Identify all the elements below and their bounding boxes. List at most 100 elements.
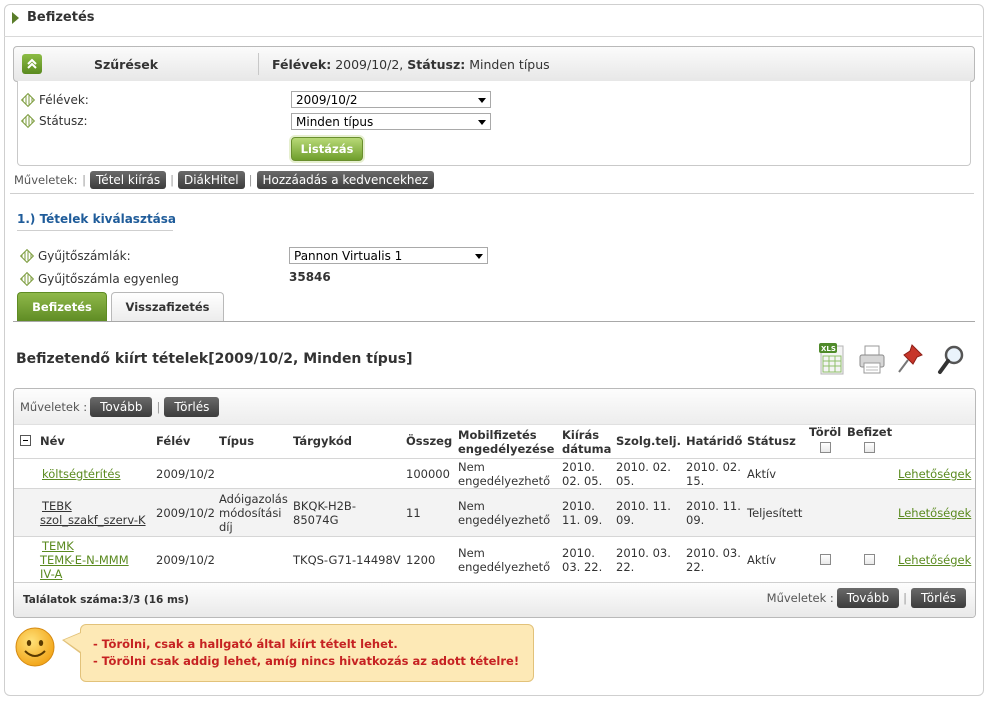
item-issue-date: 2010. 02. 05. <box>562 460 603 488</box>
delete-button[interactable]: Törlés <box>910 588 966 608</box>
table-footer: Találatok száma:3/3 (16 ms) Műveletek : … <box>14 582 975 617</box>
item-type: Adóigazolás módosítási díj <box>219 492 288 534</box>
column-header-name[interactable]: Név <box>40 434 65 448</box>
separator <box>258 53 259 75</box>
separator: | <box>170 173 174 187</box>
column-header-amount[interactable]: Összeg <box>406 434 452 448</box>
item-status: Aktív <box>747 467 777 481</box>
help-text: - Törölni, csak a hallgató által kiírt t… <box>93 637 398 651</box>
item-service-date: 2010. 02. 05. <box>616 460 671 488</box>
dropdown-arrow-icon <box>475 254 483 259</box>
select-all-pay-checkbox[interactable] <box>864 442 875 453</box>
next-button[interactable]: Tovább <box>836 588 900 608</box>
help-bubble-tail <box>64 633 81 652</box>
filters-toggle-label[interactable]: Szűrések <box>94 57 158 72</box>
svg-text:XLS: XLS <box>821 345 836 353</box>
tab-refund[interactable]: Visszafizetés <box>111 292 224 321</box>
item-semester: 2009/10/2 <box>156 506 215 520</box>
item-status: Teljesített <box>747 506 803 520</box>
delete-button[interactable]: Törlés <box>164 396 220 417</box>
column-header-delete: Töröl <box>809 425 842 439</box>
item-options-link[interactable]: Lehetőségek <box>898 506 971 520</box>
item-semester: 2009/10/2 <box>156 553 215 567</box>
issue-item-button[interactable]: Tétel kiírás <box>90 171 167 189</box>
item-service-date: 2010. 11. 09. <box>616 499 671 527</box>
divider <box>13 321 975 322</box>
semesters-label: Félévek: <box>20 92 89 108</box>
operations-label: Műveletek : <box>766 591 834 605</box>
print-icon[interactable] <box>857 342 887 378</box>
results-count: Találatok száma:3/3 (16 ms) <box>23 594 189 606</box>
item-options-link[interactable]: Lehetőségek <box>898 553 971 567</box>
section-title: 1.) Tételek kiválasztása <box>17 212 177 226</box>
operations-bar: Műveletek: | Tétel kiírás | DiákHitel | … <box>14 171 437 189</box>
status-label: Státusz: <box>20 113 88 129</box>
table-operations-bar: Műveletek : Tovább | Törlés <box>14 389 975 425</box>
list-title: Befizetendő kiírt tételek[2009/10/2, Min… <box>16 351 413 367</box>
xls-export-icon[interactable]: XLS <box>818 342 848 378</box>
delete-checkbox[interactable] <box>820 554 831 565</box>
table-row: költségtérítés 2009/10/2 100000 Nem enged… <box>14 458 975 489</box>
item-amount: 100000 <box>406 467 450 481</box>
item-deadline: 2010. 02. 15. <box>686 460 741 488</box>
operations-label: Műveletek: <box>14 173 78 187</box>
separator: | <box>78 173 87 187</box>
help-text: - Törölni csak addig lehet, amíg nincs h… <box>93 654 520 668</box>
item-options-link[interactable]: Lehetőségek <box>898 467 971 481</box>
select-all-delete-checkbox[interactable] <box>820 442 831 453</box>
collapse-all-icon[interactable] <box>20 435 31 446</box>
footer-operations: Műveletek : Tovább | Törlés <box>767 588 969 608</box>
search-icon[interactable] <box>936 342 966 378</box>
item-subject-code: TKQS-G71-14498V <box>293 553 401 567</box>
item-name-link[interactable]: TEMK-E-N-MMM <box>40 553 129 567</box>
items-table: Műveletek : Tovább | Törlés Név Félév Tí… <box>13 388 976 618</box>
item-amount: 11 <box>406 506 421 520</box>
divider <box>10 193 974 194</box>
item-name-code[interactable]: TEBK <box>42 499 72 513</box>
pay-checkbox[interactable] <box>864 554 875 565</box>
item-amount: 1200 <box>406 553 436 567</box>
pin-icon[interactable] <box>896 342 926 378</box>
column-header-type[interactable]: Típus <box>219 434 254 448</box>
separator: | <box>903 591 907 605</box>
collapse-filters-button[interactable] <box>22 54 42 74</box>
balance-label: Gyűjtőszámla egyenleg <box>19 271 179 287</box>
semesters-select[interactable]: 2009/10/2 <box>291 91 491 108</box>
item-mobile-payment: Nem engedélyezhető <box>458 546 551 574</box>
balance-value: 35846 <box>289 270 331 284</box>
column-header-status[interactable]: Státusz <box>747 434 796 448</box>
table-row: TEBK szol_szakf_szerv-K 2009/10/2 Adóiga… <box>14 488 975 537</box>
list-button[interactable]: Listázás <box>291 137 363 161</box>
item-subject-code: BKQK-H2B- 85074G <box>293 499 356 527</box>
item-name-link[interactable]: költségtérítés <box>42 467 120 481</box>
item-name-code[interactable]: TEMK <box>42 539 74 553</box>
student-loan-button[interactable]: DiákHitel <box>177 171 245 189</box>
filter-panel: Félévek: 2009/10/2 Státusz: Minden típus… <box>17 81 971 166</box>
bullet-icon <box>19 248 35 264</box>
column-header-mobile-payment[interactable]: Mobilfizetés engedélyezése <box>458 428 554 456</box>
column-header-subject-code[interactable]: Tárgykód <box>293 434 352 448</box>
next-button[interactable]: Tovább <box>90 396 153 417</box>
item-name-link-cont[interactable]: IV-A <box>40 567 62 581</box>
bullet-icon <box>20 92 36 108</box>
column-header-pay: Befizet <box>847 425 893 439</box>
divider <box>4 36 982 37</box>
column-header-deadline[interactable]: Határidő <box>686 434 742 448</box>
item-issue-date: 2010. 03. 22. <box>562 546 603 574</box>
column-header-issue-date[interactable]: Kiírás dátuma <box>562 428 611 456</box>
column-header-semester[interactable]: Félév <box>156 434 190 448</box>
item-service-date: 2010. 03. 22. <box>616 546 671 574</box>
account-select[interactable]: Pannon Virtualis 1 <box>289 247 488 264</box>
double-chevron-up-icon <box>27 58 37 69</box>
tab-payment[interactable]: Befizetés <box>17 292 107 321</box>
item-semester: 2009/10/2 <box>156 467 215 481</box>
dropdown-arrow-icon <box>478 98 486 103</box>
status-select[interactable]: Minden típus <box>291 113 491 130</box>
chevron-right-icon <box>12 11 19 24</box>
item-name-link[interactable]: szol_szakf_szerv-K <box>40 513 146 527</box>
dropdown-arrow-icon <box>478 120 486 125</box>
column-header-service[interactable]: Szolg.telj. <box>616 434 681 448</box>
account-label: Gyűjtőszámlák: <box>19 248 131 264</box>
add-to-favorites-button[interactable]: Hozzáadás a kedvencekhez <box>256 171 435 189</box>
page-title-text: Befizetés <box>27 10 95 25</box>
